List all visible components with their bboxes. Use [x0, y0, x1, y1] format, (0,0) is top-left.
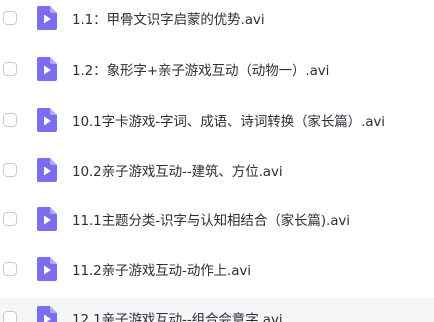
file-row[interactable]: 11.2亲子游戏互动-动作上.avi	[0, 249, 434, 289]
file-row[interactable]: 12.1亲子游戏互动--组合会意字.avi	[0, 298, 434, 322]
file-name[interactable]: 11.1主题分类-识字与认知相结合（家长篇).avi	[72, 209, 350, 229]
file-name[interactable]: 1.2：象形字+亲子游戏互动（动物一）.avi	[72, 59, 329, 79]
video-file-icon	[37, 57, 57, 81]
file-row[interactable]: 11.1主题分类-识字与认知相结合（家长篇).avi	[0, 199, 434, 239]
file-name[interactable]: 11.2亲子游戏互动-动作上.avi	[72, 259, 251, 279]
file-checkbox[interactable]	[3, 113, 17, 127]
video-file-icon	[37, 207, 57, 231]
file-checkbox[interactable]	[3, 11, 17, 25]
file-checkbox[interactable]	[3, 262, 17, 276]
file-name[interactable]: 10.1字卡游戏-字词、成语、诗词转换（家长篇）.avi	[72, 110, 385, 130]
video-file-icon	[37, 108, 57, 132]
video-file-icon	[37, 257, 57, 281]
file-checkbox[interactable]	[3, 163, 17, 177]
file-row[interactable]: 10.1字卡游戏-字词、成语、诗词转换（家长篇）.avi	[0, 100, 434, 140]
file-name[interactable]: 1.1：甲骨文识字启蒙的优势.avi	[72, 8, 265, 28]
file-name[interactable]: 12.1亲子游戏互动--组合会意字.avi	[72, 308, 283, 322]
video-file-icon	[37, 306, 57, 322]
video-file-icon	[37, 6, 57, 30]
file-row[interactable]: 1.1：甲骨文识字启蒙的优势.avi	[0, 0, 434, 38]
file-checkbox[interactable]	[3, 212, 17, 226]
file-name[interactable]: 10.2亲子游戏互动--建筑、方位.avi	[72, 160, 283, 180]
file-row[interactable]: 1.2：象形字+亲子游戏互动（动物一）.avi	[0, 49, 434, 89]
file-checkbox[interactable]	[3, 311, 17, 322]
video-file-icon	[37, 158, 57, 182]
file-checkbox[interactable]	[3, 62, 17, 76]
file-list: 1.1：甲骨文识字启蒙的优势.avi 1.2：象形字+亲子游戏互动（动物一）.av…	[0, 0, 434, 322]
file-row[interactable]: 10.2亲子游戏互动--建筑、方位.avi	[0, 150, 434, 190]
